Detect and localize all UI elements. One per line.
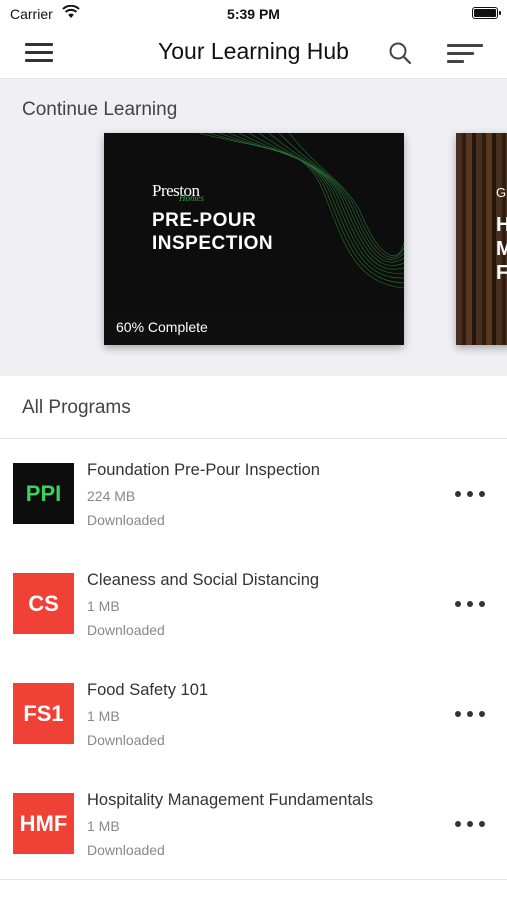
program-thumbnail: PPI bbox=[13, 463, 74, 524]
program-size: 1 MB bbox=[87, 708, 120, 724]
partial-card-title-text: H M F bbox=[496, 214, 507, 284]
brand-logo-subtext: Homes bbox=[179, 193, 204, 203]
search-icon[interactable] bbox=[387, 40, 413, 66]
course-progress-label: 60% Complete bbox=[116, 319, 208, 335]
navigation-bar: Your Learning Hub bbox=[0, 28, 507, 79]
more-options-icon[interactable] bbox=[448, 477, 492, 511]
program-name: Food Safety 101 bbox=[87, 681, 209, 699]
partial-card-title: H M F bbox=[496, 213, 507, 285]
program-thumbnail: FS1 bbox=[13, 683, 74, 744]
program-row[interactable]: FS1 Food Safety 101 1 MB Downloaded bbox=[0, 659, 507, 770]
program-row[interactable]: CS Cleaness and Social Distancing 1 MB D… bbox=[0, 549, 507, 660]
partial-card-text: G bbox=[496, 185, 507, 200]
program-name: Cleaness and Social Distancing bbox=[87, 571, 320, 589]
section-title-all-programs: All Programs bbox=[22, 397, 131, 418]
battery-icon bbox=[472, 7, 501, 19]
program-status: Downloaded bbox=[87, 512, 165, 528]
program-size: 1 MB bbox=[87, 818, 120, 834]
course-card-pre-pour-inspection[interactable]: Preston Homes PRE-POUR INSPECTION 60% Co… bbox=[104, 133, 404, 345]
program-status: Downloaded bbox=[87, 842, 165, 858]
continue-learning-section: Continue Learning Preston Homes PRE-POUR… bbox=[0, 79, 507, 376]
status-bar: Carrier 5:39 PM bbox=[0, 0, 507, 28]
more-options-icon[interactable] bbox=[448, 697, 492, 731]
program-row[interactable]: HMF Hospitality Management Fundamentals … bbox=[0, 769, 507, 880]
section-title-continue-learning: Continue Learning bbox=[22, 99, 178, 120]
sort-lines-icon[interactable] bbox=[447, 42, 483, 66]
clock: 5:39 PM bbox=[227, 6, 280, 22]
program-thumbnail: HMF bbox=[13, 793, 74, 854]
more-options-icon[interactable] bbox=[448, 807, 492, 841]
program-row[interactable]: PPI Foundation Pre-Pour Inspection 224 M… bbox=[0, 439, 507, 550]
program-status: Downloaded bbox=[87, 622, 165, 638]
all-programs-header: All Programs bbox=[0, 376, 507, 439]
program-name: Foundation Pre-Pour Inspection bbox=[87, 461, 320, 479]
program-status: Downloaded bbox=[87, 732, 165, 748]
program-name: Hospitality Management Fundamentals bbox=[87, 791, 374, 809]
program-size: 224 MB bbox=[87, 488, 136, 504]
more-options-icon[interactable] bbox=[448, 587, 492, 621]
program-size: 1 MB bbox=[87, 598, 120, 614]
course-card-title: PRE-POUR INSPECTION bbox=[152, 210, 274, 254]
program-thumbnail: CS bbox=[13, 573, 74, 634]
page-title: Your Learning Hub bbox=[158, 38, 349, 64]
course-card-partial[interactable]: G H M F bbox=[456, 133, 507, 345]
